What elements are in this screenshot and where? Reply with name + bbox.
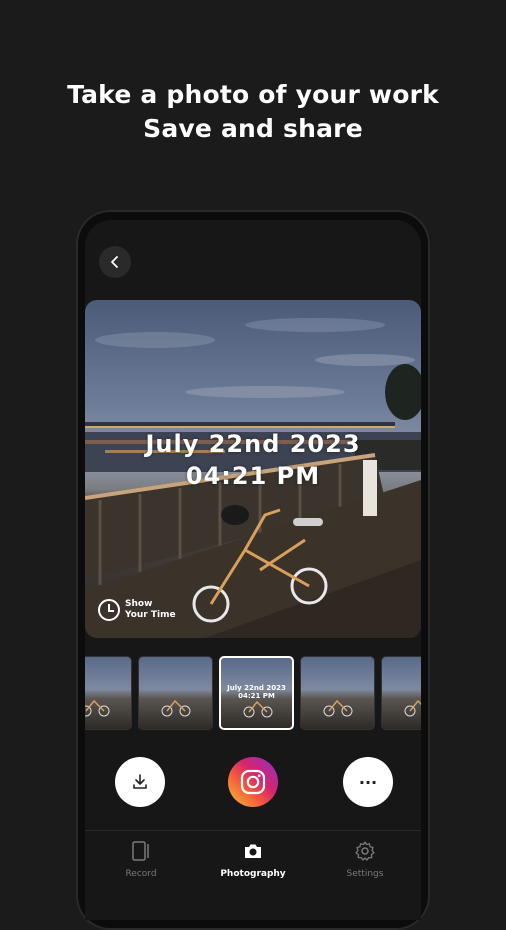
bottom-tab-bar: Record Photography Settings (85, 830, 421, 920)
style-thumbnail-strip[interactable]: July 22nd 2023 04:21 PM (85, 656, 421, 732)
timestamp-time: 04:21 PM (185, 462, 321, 490)
headline: Take a photo of your work Save and share (0, 78, 506, 146)
camera-icon (245, 844, 261, 858)
clock-icon (98, 599, 120, 621)
tab-settings[interactable]: Settings (320, 839, 410, 879)
photo-preview[interactable]: July 22nd 2023 04:21 PM Show Your Time (85, 300, 421, 638)
bicycle-icon (161, 699, 191, 717)
phone-screen: July 22nd 2023 04:21 PM Show Your Time J… (85, 220, 421, 920)
style-thumbnail[interactable] (300, 656, 375, 730)
thumbnail-label: July 22nd 2023 04:21 PM (227, 684, 286, 700)
tab-record-label: Record (125, 869, 157, 879)
record-icon (132, 841, 149, 861)
more-options-button[interactable]: ··· (343, 757, 393, 807)
style-thumbnail[interactable] (85, 656, 132, 730)
bicycle-icon (85, 699, 110, 717)
app-watermark: Show Your Time (98, 599, 176, 621)
tab-settings-label: Settings (346, 869, 384, 879)
watermark-line-2: Your Time (125, 610, 176, 620)
timestamp-date: July 22nd 2023 (145, 430, 361, 458)
download-button[interactable] (115, 757, 165, 807)
tab-photography-label: Photography (220, 869, 286, 879)
headline-line-2: Save and share (143, 114, 363, 143)
more-icon: ··· (358, 772, 378, 792)
bicycle-icon (404, 699, 421, 717)
style-thumbnail[interactable] (138, 656, 213, 730)
tab-record[interactable]: Record (96, 839, 186, 879)
style-thumbnail[interactable] (381, 656, 421, 730)
style-thumbnail-selected[interactable]: July 22nd 2023 04:21 PM (219, 656, 294, 730)
bicycle-icon (243, 700, 273, 718)
download-icon (133, 774, 147, 789)
instagram-icon (240, 769, 266, 795)
instagram-share-button[interactable] (228, 757, 278, 807)
tab-photography[interactable]: Photography (208, 839, 298, 879)
bicycle-icon (323, 699, 353, 717)
timestamp-overlay: July 22nd 2023 04:21 PM (85, 428, 421, 492)
chevron-left-icon (111, 256, 118, 268)
gear-icon (355, 841, 375, 861)
watermark-line-1: Show (125, 599, 153, 609)
back-button[interactable] (99, 246, 131, 278)
headline-line-1: Take a photo of your work (67, 80, 439, 109)
